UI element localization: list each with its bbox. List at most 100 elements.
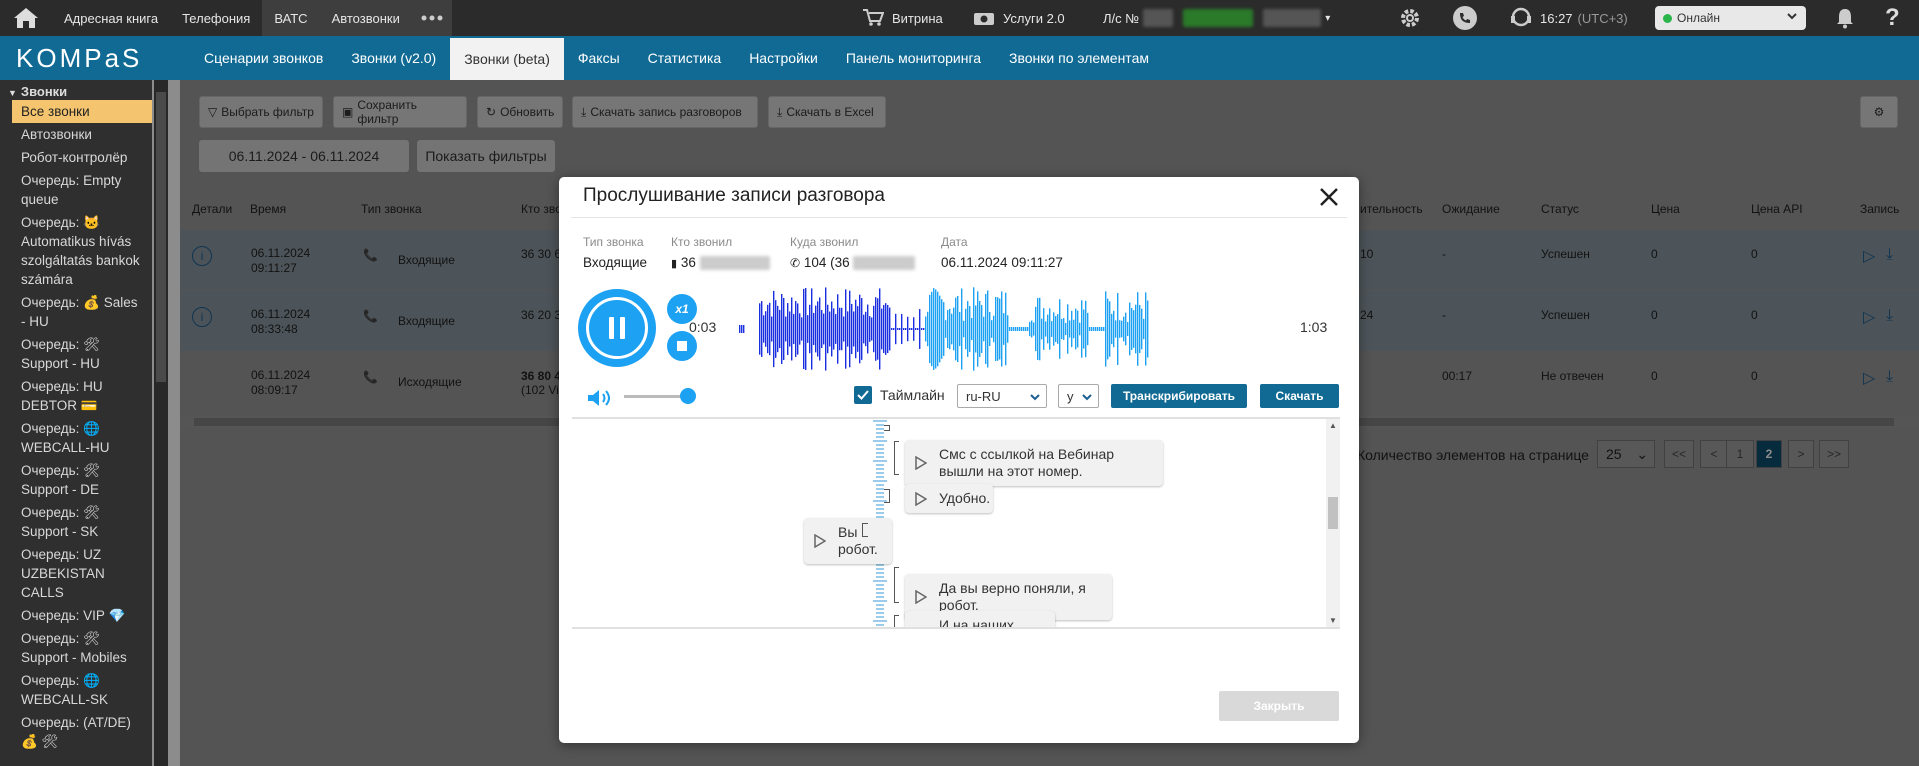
segment-bracket (894, 567, 899, 603)
tab-calls-by-element[interactable]: Звонки по элементам (995, 36, 1163, 80)
services-label: Услуги 2.0 (1003, 10, 1065, 26)
transcript-text: Вы робот. (838, 524, 878, 557)
segment-bracket (884, 425, 890, 431)
operator-clock[interactable]: 16:27 (UTC+3) (1510, 0, 1628, 36)
app-logo: KOMPaS (16, 42, 143, 73)
sidebar-title[interactable]: ▼ Звонки (0, 80, 152, 100)
volume-track[interactable] (624, 395, 684, 398)
from-value: ▮ 36 (671, 255, 770, 271)
home-icon[interactable] (0, 0, 52, 36)
chevron-down-icon (1030, 390, 1040, 405)
stop-button[interactable] (667, 331, 697, 361)
tab-calls-v2[interactable]: Звонки (v2.0) (337, 36, 450, 80)
stop-icon (677, 341, 687, 351)
header-bar: KOMPaS Сценарии звонков Звонки (v2.0) Зв… (0, 36, 1919, 80)
transcript-text: Смс с ссылкой на Вебинар вышли на этот н… (939, 446, 1115, 479)
play-segment-icon[interactable] (814, 533, 827, 552)
transcript-text: Удобно. (939, 490, 991, 506)
tab-call-scenarios[interactable]: Сценарии звонков (190, 36, 337, 80)
sidebar-item-queue-at-de[interactable]: Очередь: (AT/DE) 💰 🛠 (0, 711, 152, 753)
scroll-down-icon[interactable]: ▼ (1329, 616, 1337, 625)
audio-waveform[interactable] (739, 287, 1149, 371)
language-select[interactable]: ru-RU (957, 384, 1047, 408)
date-value: 06.11.2024 09:11:27 (941, 255, 1063, 270)
volume-icon[interactable] (586, 388, 614, 411)
sidebar-item-queue-automatikus[interactable]: Очередь: 🐱 Automatikus hívás szolgáltatá… (0, 211, 152, 291)
play-segment-icon[interactable] (915, 491, 928, 510)
pause-icon (586, 297, 648, 359)
to-value: ✆ 104 (36 (790, 255, 916, 271)
date-label: Дата (941, 235, 968, 249)
to-label: Куда звонил (790, 235, 859, 249)
nav-autocalls[interactable]: Автозвонки (319, 0, 412, 36)
sidebar-item-all-calls[interactable]: Все звонки (12, 100, 152, 123)
transcribe-button[interactable]: Транскрибировать (1111, 384, 1247, 408)
sidebar-item-queue-support-de[interactable]: Очередь: 🛠 Support - DE (0, 459, 152, 501)
download-button[interactable]: Скачать (1260, 384, 1339, 408)
tab-faxes[interactable]: Факсы (564, 36, 634, 80)
help-icon[interactable]: ? (1885, 0, 1900, 36)
headset-icon (1510, 7, 1532, 30)
sidebar-item-queue-webcall-sk[interactable]: Очередь: 🌐 WEBCALL-SK (0, 669, 152, 711)
more-icon[interactable] (411, 0, 452, 36)
sidebar-item-queue-empty[interactable]: Очередь: Empty queue (0, 169, 152, 211)
scroll-up-icon[interactable]: ▲ (1329, 421, 1337, 430)
services-icon (973, 8, 995, 29)
transcript-scrollbar[interactable]: ▲ ▼ (1326, 419, 1340, 627)
total-time: 1:03 (1300, 319, 1328, 335)
divider (571, 217, 1347, 218)
transcript-panel[interactable]: Смс с ссылкой на Вебинар вышли на этот н… (572, 417, 1340, 629)
gear-icon[interactable] (1398, 0, 1422, 36)
sidebar-item-queue-debtor[interactable]: Очередь: HU DEBTOR 💳 (0, 375, 152, 417)
transcript-bubble: И на наших курсах (905, 611, 1055, 629)
clock-timezone: (UTC+3) (1577, 10, 1628, 26)
timeline-label: Таймлайн (880, 387, 945, 403)
play-segment-icon[interactable] (915, 455, 928, 474)
status-select[interactable]: Онлайн (1655, 6, 1806, 30)
sidebar-item-queue-sales-hu[interactable]: Очередь: 💰 Sales - HU (0, 291, 152, 333)
mode-select[interactable]: y (1058, 384, 1099, 408)
vitrina-label: Витрина (892, 10, 943, 26)
transcript-bubble: Вы робот. (804, 518, 892, 564)
play-segment-icon[interactable] (915, 589, 928, 608)
pause-button[interactable] (578, 289, 656, 367)
call-type-label: Тип звонка (583, 235, 644, 249)
tab-calls-beta[interactable]: Звонки (beta) (450, 36, 564, 80)
sidebar-item-queue-support-mobiles[interactable]: Очередь: 🛠 Support - Mobiles (0, 627, 152, 669)
phone-icon[interactable] (1452, 0, 1478, 36)
from-redacted (699, 256, 770, 271)
sidebar-item-queue-support-sk[interactable]: Очередь: 🛠 Support - SK (0, 501, 152, 543)
nav-vats[interactable]: ВАТС (262, 0, 320, 36)
dialog-title: Прослушивание записи разговора (583, 185, 885, 206)
transcript-text: И на наших курсах (939, 617, 1014, 629)
timeline-checkbox[interactable] (854, 386, 872, 404)
vitrina-link[interactable]: Витрина (862, 0, 943, 36)
transcript-bubble: Удобно. (905, 484, 993, 513)
tab-settings[interactable]: Настройки (735, 36, 832, 80)
close-icon[interactable] (1319, 187, 1339, 207)
balance-redacted (1183, 9, 1254, 27)
services-link[interactable]: Услуги 2.0 (973, 0, 1065, 36)
account-selector[interactable]: Л/с № ▾ (1103, 0, 1330, 36)
current-time: 0:03 (689, 319, 717, 335)
account-label: Л/с № (1103, 10, 1140, 26)
sidebar-item-robot-controller[interactable]: Робот-контролёр (0, 146, 152, 169)
tab-monitoring-panel[interactable]: Панель мониторинга (832, 36, 995, 80)
nav-telephony[interactable]: Телефония (170, 0, 262, 36)
account-number-redacted (1143, 9, 1174, 27)
bell-icon[interactable] (1835, 0, 1855, 36)
play-segment-icon[interactable] (915, 626, 916, 627)
from-label: Кто звонил (671, 235, 733, 249)
close-dialog-button[interactable]: Закрыть (1219, 691, 1339, 721)
tab-statistics[interactable]: Статистика (634, 36, 736, 80)
volume-slider-handle[interactable] (680, 388, 696, 404)
sidebar-item-queue-support-hu[interactable]: Очередь: 🛠 Support - HU (0, 333, 152, 375)
sidebar-item-queue-vip[interactable]: Очередь: VIP 💎 (0, 604, 152, 627)
nav-address-book[interactable]: Адресная книга (52, 0, 170, 36)
segment-bracket (862, 523, 868, 537)
status-online-dot (1663, 13, 1672, 23)
sidebar-item-autocalls[interactable]: Автозвонки (0, 123, 152, 146)
sidebar-item-queue-uzbekistan[interactable]: Очередь: UZ UZBEKISTAN CALLS (0, 543, 152, 604)
transcript-bubble: Смс с ссылкой на Вебинар вышли на этот н… (905, 440, 1163, 486)
sidebar-item-queue-webcall-hu[interactable]: Очередь: 🌐 WEBCALL-HU (0, 417, 152, 459)
